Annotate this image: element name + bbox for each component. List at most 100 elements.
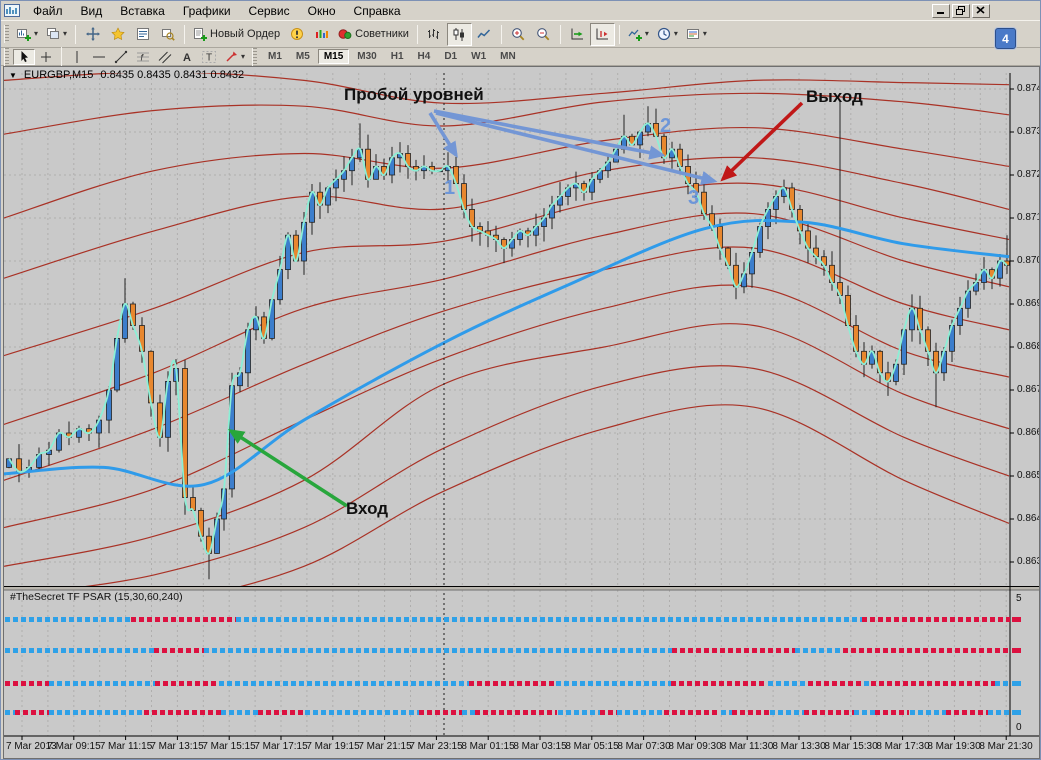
favorites-button[interactable]	[105, 23, 130, 46]
psar-row-4-segment-blue	[49, 710, 143, 715]
custom-indicators-button[interactable]	[309, 23, 334, 46]
auto-scroll-icon	[571, 28, 584, 40]
market-watch-button[interactable]	[130, 23, 155, 46]
chart-window[interactable]: ▼ EURGBP,M15 0.8435 0.8435 0.8431 0.8432…	[3, 66, 1040, 759]
timeframe-h1-button[interactable]: H1	[385, 49, 410, 64]
restore-button[interactable]	[952, 3, 970, 18]
psar-row-4-segment-red	[732, 710, 770, 715]
price-axis-label: 0.8695	[1017, 298, 1039, 309]
menu-окно[interactable]: Окно	[299, 3, 345, 19]
psar-row-3-segment-blue	[49, 681, 155, 686]
hline-icon	[93, 56, 105, 57]
psar-row-4-segment-red	[419, 710, 462, 715]
timeframe-m1-button[interactable]: M1	[262, 49, 288, 64]
crosshair-move-button[interactable]	[80, 23, 105, 46]
dropdown-caret-icon: ▾	[644, 29, 649, 38]
community-badge[interactable]: 4	[995, 28, 1016, 49]
zoom-in-button[interactable]	[506, 23, 531, 46]
psar-row-1-segment-blue	[236, 617, 862, 622]
toolbar-grip[interactable]	[4, 47, 9, 66]
candles-chart-button[interactable]	[446, 22, 472, 46]
price-axis-label: 0.8635	[1017, 556, 1039, 567]
timeframe-m5-button[interactable]: M5	[290, 49, 316, 64]
timeframe-mn-button[interactable]: MN	[494, 49, 522, 64]
new-order-button[interactable]: Новый Ордер	[189, 23, 284, 46]
annotation-breakout-label: Пробой уровней	[344, 85, 484, 104]
close-button[interactable]	[972, 3, 990, 18]
chart-title: ▼ EURGBP,M15 0.8435 0.8435 0.8431 0.8432	[9, 69, 244, 81]
price-axis-label: 0.8665	[1017, 427, 1039, 438]
fibonacci-button[interactable]: f	[132, 49, 154, 65]
text-label-button[interactable]: T	[198, 49, 220, 65]
crosshair-move-icon	[85, 27, 100, 41]
psar-row-3-segment-blue	[219, 681, 469, 686]
dropdown-caret-icon: ▾	[241, 51, 246, 61]
arrows-button[interactable]: ▾	[220, 49, 249, 65]
psar-row-3-segment-blue	[556, 681, 672, 686]
cursor-button[interactable]	[13, 48, 35, 65]
alerts-button[interactable]	[284, 23, 309, 46]
templates-icon	[686, 29, 699, 39]
psar-row-3-value-marker	[1012, 681, 1021, 686]
timeframe-d1-button[interactable]: D1	[438, 49, 463, 64]
psar-row-2-segment-red	[154, 648, 204, 653]
experts-button[interactable]: Советники	[334, 23, 413, 46]
annotation-marker-2: 2	[660, 115, 672, 137]
psar-row-4-segment-blue	[5, 710, 15, 715]
vertical-line-button[interactable]	[66, 49, 88, 65]
chart-symbol: EURGBP,M15	[23, 69, 94, 81]
toolbar-separator	[61, 47, 62, 66]
menu-графики[interactable]: Графики	[174, 3, 240, 19]
crosshair-button[interactable]	[35, 49, 57, 65]
menu-вид[interactable]: Вид	[72, 3, 112, 19]
indicator-scale-bottom: 0	[1016, 722, 1022, 733]
psar-row-4-segment-blue	[617, 710, 664, 715]
horizontal-line-button[interactable]	[88, 49, 110, 65]
indicators-button[interactable]: ▾	[624, 23, 653, 46]
periods-button[interactable]: ▾	[653, 23, 682, 46]
time-axis-label: 7 Mar 11:15	[99, 741, 153, 752]
cursor-icon	[21, 50, 28, 62]
trendline-icon	[114, 50, 128, 63]
toolbar-standard: ▾ ▾ Новый Ордер Советники ▾ ▾ ▾	[1, 20, 1040, 48]
toolbar-line-studies: f A T ▾ M1 M5 M15 M30 H1 H4 D1 W1 MN	[1, 47, 1040, 66]
new-chart-button[interactable]: ▾	[13, 23, 42, 46]
periods-icon	[657, 27, 670, 41]
indicator-title: #TheSecret TF PSAR (15,30,60,240)	[10, 591, 183, 603]
menu-файл[interactable]: Файл	[24, 3, 72, 19]
time-axis-label: 8 Mar 01:15	[461, 741, 515, 752]
psar-row-3-segment-blue	[864, 681, 871, 686]
preview-button[interactable]	[155, 23, 180, 46]
toolbar-grip[interactable]	[252, 47, 258, 66]
psar-row-4-segment-red	[475, 710, 557, 715]
templates-button[interactable]: ▾	[682, 23, 711, 46]
price-axis-label: 0.8715	[1017, 212, 1039, 223]
menu-справка[interactable]: Справка	[345, 3, 410, 19]
timeframe-w1-button[interactable]: W1	[465, 49, 492, 64]
text-button[interactable]: A	[176, 49, 198, 65]
trendline-button[interactable]	[110, 49, 132, 65]
menu-сервис[interactable]: Сервис	[240, 3, 299, 19]
psar-row-3-segment-red	[671, 681, 767, 686]
timeframe-m15-button[interactable]: M15	[317, 49, 350, 64]
menu-вставка[interactable]: Вставка	[111, 3, 174, 19]
psar-row-2-segment-red	[672, 648, 795, 653]
bars-chart-button[interactable]	[422, 23, 447, 46]
toolbar-grip[interactable]	[4, 25, 9, 43]
psar-row-2-segment-blue	[5, 648, 154, 653]
auto-scroll-button[interactable]	[565, 23, 590, 46]
zoom-out-button[interactable]	[531, 23, 556, 46]
timeframe-m30-button[interactable]: M30	[351, 49, 382, 64]
menu-items: Файл Вид Вставка Графики Сервис Окно Справка	[24, 2, 410, 20]
channel-button[interactable]	[154, 49, 176, 65]
dropdown-caret-icon: ▾	[63, 29, 68, 38]
timeframe-h4-button[interactable]: H4	[412, 49, 437, 64]
line-chart-button[interactable]	[472, 23, 497, 46]
minimize-button[interactable]	[932, 3, 950, 18]
chart-canvas[interactable]	[4, 67, 1039, 758]
time-axis-label: 8 Mar 05:15	[565, 741, 619, 752]
arrows-tool-icon	[226, 51, 237, 62]
chart-shift-button[interactable]	[589, 22, 615, 46]
chart-collapse-icon[interactable]: ▼	[9, 71, 17, 80]
profiles-button[interactable]: ▾	[42, 23, 71, 46]
